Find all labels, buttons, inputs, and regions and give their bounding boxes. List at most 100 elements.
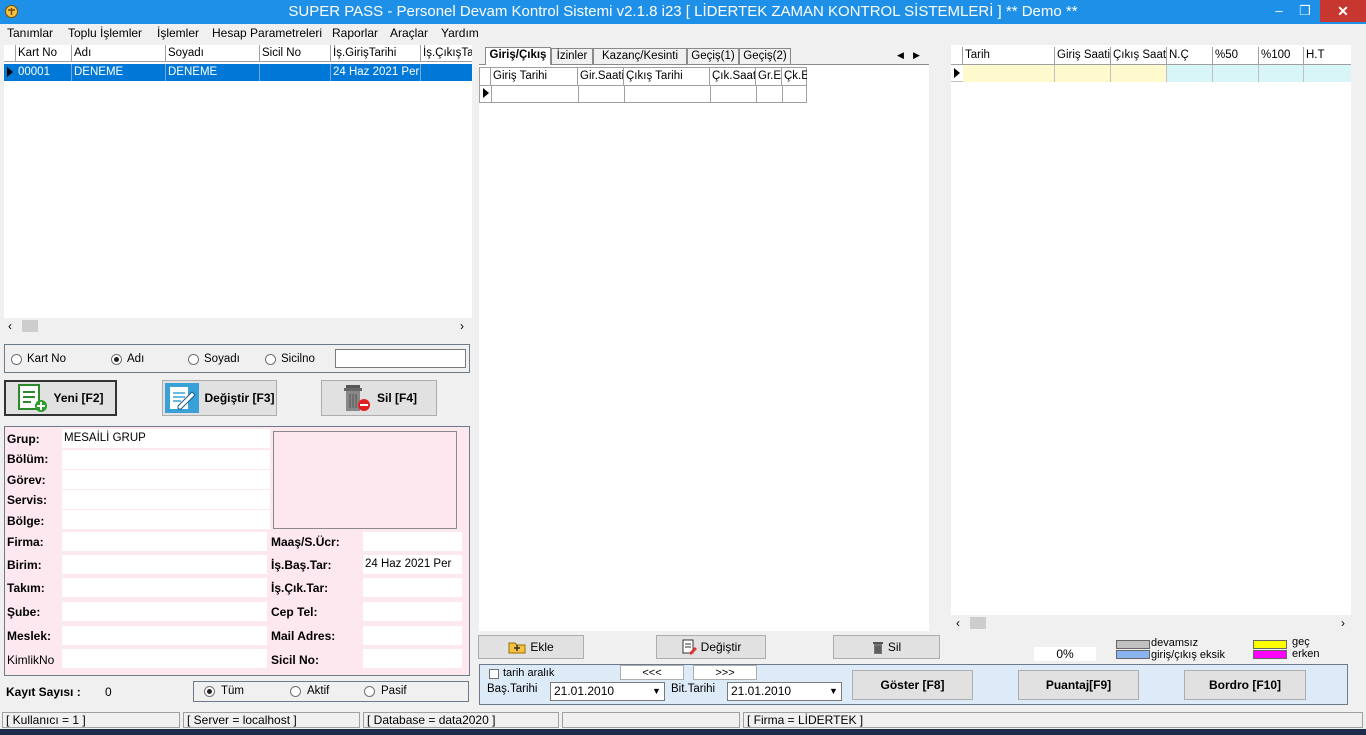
radio-soyadi[interactable] <box>188 354 199 365</box>
cell-kart-no[interactable]: 00001 <box>16 64 72 81</box>
cell-100[interactable] <box>1259 65 1304 82</box>
cell-giris-saati[interactable] <box>1055 65 1111 82</box>
entry-grid[interactable]: Giriş Tarihi Gir.Saati Çıkış Tarihi Çık.… <box>479 64 929 631</box>
col-gir-saati[interactable]: Gir.Saati <box>578 68 624 85</box>
cell-soyadi[interactable]: DENEME <box>166 64 260 81</box>
is-bas-tar-field[interactable]: 24 Haz 2021 Per <box>363 555 462 574</box>
mail-field[interactable] <box>363 626 462 645</box>
edit-button[interactable]: Değiştir [F3] <box>162 380 277 416</box>
tab-giris-cikis[interactable]: Giriş/Çıkış <box>485 47 551 65</box>
tab-next-icon[interactable]: ▶ <box>913 50 920 61</box>
col-ht[interactable]: H.T <box>1304 47 1351 64</box>
table-row[interactable] <box>479 85 807 103</box>
chevron-down-icon[interactable]: ▼ <box>649 683 664 700</box>
col-nc[interactable]: N.Ç <box>1167 47 1213 64</box>
cell-ht[interactable] <box>1304 65 1351 82</box>
end-date-picker[interactable]: 21.01.2010 ▼ <box>727 682 842 701</box>
sube-field[interactable] <box>62 602 267 621</box>
col-sicil-no[interactable]: Sicil No <box>260 45 331 62</box>
radio-pasif[interactable] <box>364 686 375 697</box>
col-is-giris-tarihi[interactable]: İş.GirişTarihi <box>331 45 421 62</box>
edit-entry-button[interactable]: Değiştir <box>656 635 766 659</box>
menu-hesap-parametreleri[interactable]: Hesap Parametreleri <box>212 26 322 40</box>
cell-nc[interactable] <box>1167 65 1213 82</box>
search-input[interactable] <box>335 349 466 368</box>
col-tarih[interactable]: Tarih <box>963 47 1055 64</box>
col-gr-e[interactable]: Gr.E <box>756 68 782 85</box>
radio-adi[interactable] <box>111 354 122 365</box>
meslek-field[interactable] <box>62 626 267 645</box>
bolum-field[interactable] <box>62 450 270 469</box>
col-ck-e[interactable]: Çk.E <box>782 68 807 85</box>
servis-field[interactable] <box>62 490 270 509</box>
scroll-thumb[interactable] <box>22 320 38 332</box>
prev-range-button[interactable]: <<< <box>620 665 684 680</box>
cell-is-giris-tarihi[interactable]: 24 Haz 2021 Per <box>331 64 421 81</box>
radio-aktif[interactable] <box>290 686 301 697</box>
close-button[interactable]: ✕ <box>1320 0 1366 22</box>
tab-gecis-2[interactable]: Geçiş(2) <box>739 48 791 64</box>
col-giris-saati[interactable]: Giriş Saati <box>1055 47 1111 64</box>
scroll-left-icon[interactable]: ‹ <box>8 319 12 333</box>
tab-kazanc-kesinti[interactable]: Kazanç/Kesinti <box>593 48 687 64</box>
minimize-button[interactable]: – <box>1268 2 1290 20</box>
birim-field[interactable] <box>62 555 267 574</box>
col-cik-saati[interactable]: Çık.Saati <box>710 68 756 85</box>
menu-raporlar[interactable]: Raporlar <box>332 26 378 40</box>
summary-grid[interactable]: Tarih Giriş Saati Çıkış Saati N.Ç %50 %1… <box>951 45 1351 615</box>
grup-field[interactable]: MESAİLİ GRUP <box>62 429 270 448</box>
col-soyadi[interactable]: Soyadı <box>166 45 260 62</box>
show-button[interactable]: Göster [F8] <box>852 670 973 700</box>
scroll-left-icon[interactable]: ‹ <box>956 616 960 630</box>
scroll-thumb[interactable] <box>970 617 986 629</box>
menu-araclar[interactable]: Araçlar <box>390 26 428 40</box>
radio-kart-no[interactable] <box>11 354 22 365</box>
sicil-no-field[interactable] <box>363 649 462 668</box>
puantaj-button[interactable]: Puantaj[F9] <box>1018 670 1139 700</box>
chevron-down-icon[interactable]: ▼ <box>826 683 841 700</box>
is-cik-tar-field[interactable] <box>363 578 462 597</box>
delete-button[interactable]: Sil [F4] <box>321 380 437 416</box>
menu-tanimlar[interactable]: Tanımlar <box>7 26 53 40</box>
delete-entry-button[interactable]: Sil <box>833 635 940 659</box>
summary-hscrollbar[interactable]: ‹ › <box>951 615 1351 632</box>
firma-field[interactable] <box>62 532 267 551</box>
gorev-field[interactable] <box>62 470 270 489</box>
kimlik-field[interactable] <box>62 649 267 668</box>
col-100[interactable]: %100 <box>1259 47 1304 64</box>
col-adi[interactable]: Adı <box>72 45 166 62</box>
start-date-picker[interactable]: 21.01.2010 ▼ <box>550 682 665 701</box>
next-range-button[interactable]: >>> <box>693 665 757 680</box>
col-50[interactable]: %50 <box>1213 47 1259 64</box>
cell-is-cikis-tarihi[interactable] <box>421 64 472 81</box>
takim-field[interactable] <box>62 578 267 597</box>
col-kart-no[interactable]: Kart No <box>16 45 72 62</box>
cell-50[interactable] <box>1213 65 1259 82</box>
cell-adi[interactable]: DENEME <box>72 64 166 81</box>
scroll-right-icon[interactable]: › <box>1341 616 1345 630</box>
cell-tarih[interactable] <box>963 65 1055 82</box>
new-button[interactable]: Yeni [F2] <box>4 380 117 416</box>
radio-sicilno[interactable] <box>265 354 276 365</box>
col-is-cikis-tarihi[interactable]: İş.ÇıkışTa <box>421 45 472 62</box>
menu-yardim[interactable]: Yardım <box>441 26 479 40</box>
tab-gecis-1[interactable]: Geçiş(1) <box>687 48 739 64</box>
personnel-grid[interactable]: Kart No Adı Soyadı Sicil No İş.GirişTari… <box>4 45 472 318</box>
col-giris-tarihi[interactable]: Giriş Tarihi <box>491 68 578 85</box>
bordro-button[interactable]: Bordro [F10] <box>1184 670 1306 700</box>
cell-cikis-saati[interactable] <box>1111 65 1167 82</box>
cell-sicil-no[interactable] <box>260 64 331 81</box>
add-entry-button[interactable]: Ekle <box>478 635 584 659</box>
date-range-checkbox[interactable] <box>489 669 499 679</box>
menu-islemler[interactable]: İşlemler <box>157 26 199 40</box>
menu-toplu-islemler[interactable]: Toplu İşlemler <box>68 26 142 40</box>
radio-tum[interactable] <box>204 686 215 697</box>
tab-izinler[interactable]: İzinler <box>551 48 593 64</box>
restore-button[interactable]: ❐ <box>1294 2 1316 20</box>
col-cikis-tarihi[interactable]: Çıkış Tarihi <box>624 68 710 85</box>
personnel-hscrollbar[interactable]: ‹ › <box>4 318 472 335</box>
tab-prev-icon[interactable]: ◀ <box>897 50 904 61</box>
maas-field[interactable] <box>363 532 462 551</box>
cep-tel-field[interactable] <box>363 602 462 621</box>
bolge-field[interactable] <box>62 510 270 529</box>
